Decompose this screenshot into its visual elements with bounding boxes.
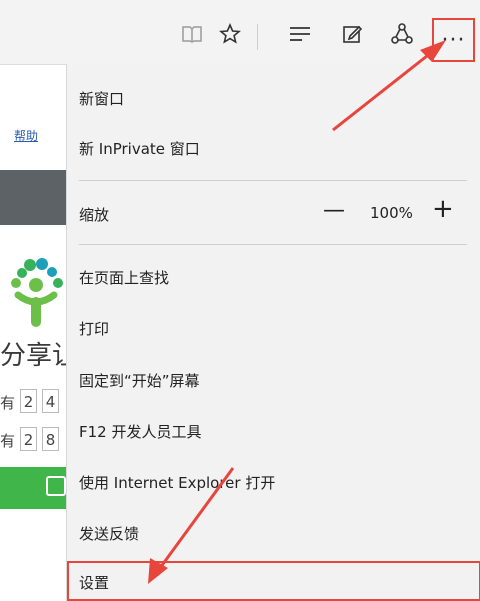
menu-item-send-feedback[interactable]: 发送反馈 — [79, 523, 139, 544]
zoom-out-button[interactable]: — — [323, 198, 345, 223]
digit-box: 4 — [42, 389, 59, 413]
menu-item-f12-tools[interactable]: F12 开发人员工具 — [79, 421, 201, 442]
digit-box: 8 — [42, 427, 59, 451]
web-note-icon[interactable] — [340, 22, 364, 46]
more-actions-menu: 新窗口 新 InPrivate 窗口 缩放 — 100% + 在页面上查找 打印… — [66, 64, 480, 601]
green-action-button[interactable] — [0, 467, 70, 509]
more-actions-icon: ··· — [441, 27, 466, 53]
digit-box: 2 — [20, 427, 37, 451]
site-logo-icon — [8, 257, 66, 329]
page-header-band — [0, 170, 70, 225]
menu-divider — [79, 244, 467, 245]
menu-item-find-on-page[interactable]: 在页面上查找 — [79, 267, 169, 288]
digit-box: 2 — [20, 389, 37, 413]
reading-view-icon[interactable] — [180, 22, 204, 46]
menu-item-new-inprivate[interactable]: 新 InPrivate 窗口 — [79, 138, 200, 159]
more-actions-button[interactable]: ··· — [432, 18, 475, 62]
menu-divider — [79, 180, 467, 181]
zoom-level: 100% — [370, 204, 413, 222]
help-link[interactable]: 帮助 — [14, 127, 38, 144]
menu-item-open-with-ie[interactable]: 使用 Internet Explorer 打开 — [79, 472, 275, 493]
menu-item-settings[interactable]: 设置 — [67, 561, 480, 601]
menu-item-pin-to-start[interactable]: 固定到“开始”屏幕 — [79, 370, 200, 391]
zoom-in-button[interactable]: + — [432, 194, 454, 224]
menu-item-zoom-label: 缩放 — [79, 206, 110, 224]
row-label-1: 有 — [0, 394, 16, 412]
share-icon[interactable] — [390, 22, 414, 46]
hub-icon[interactable] — [288, 22, 312, 46]
favorites-star-icon[interactable] — [218, 22, 242, 46]
menu-item-new-window[interactable]: 新窗口 — [79, 88, 124, 109]
background-web-page: 帮助 分享让 有 2 4 — [0, 65, 78, 601]
menu-item-settings-label: 设置 — [79, 574, 110, 592]
edit-icon — [46, 476, 66, 496]
row-label-2: 有 — [0, 432, 16, 450]
toolbar-separator — [257, 24, 258, 50]
browser-toolbar: ··· — [0, 0, 480, 65]
menu-item-print[interactable]: 打印 — [79, 318, 109, 339]
